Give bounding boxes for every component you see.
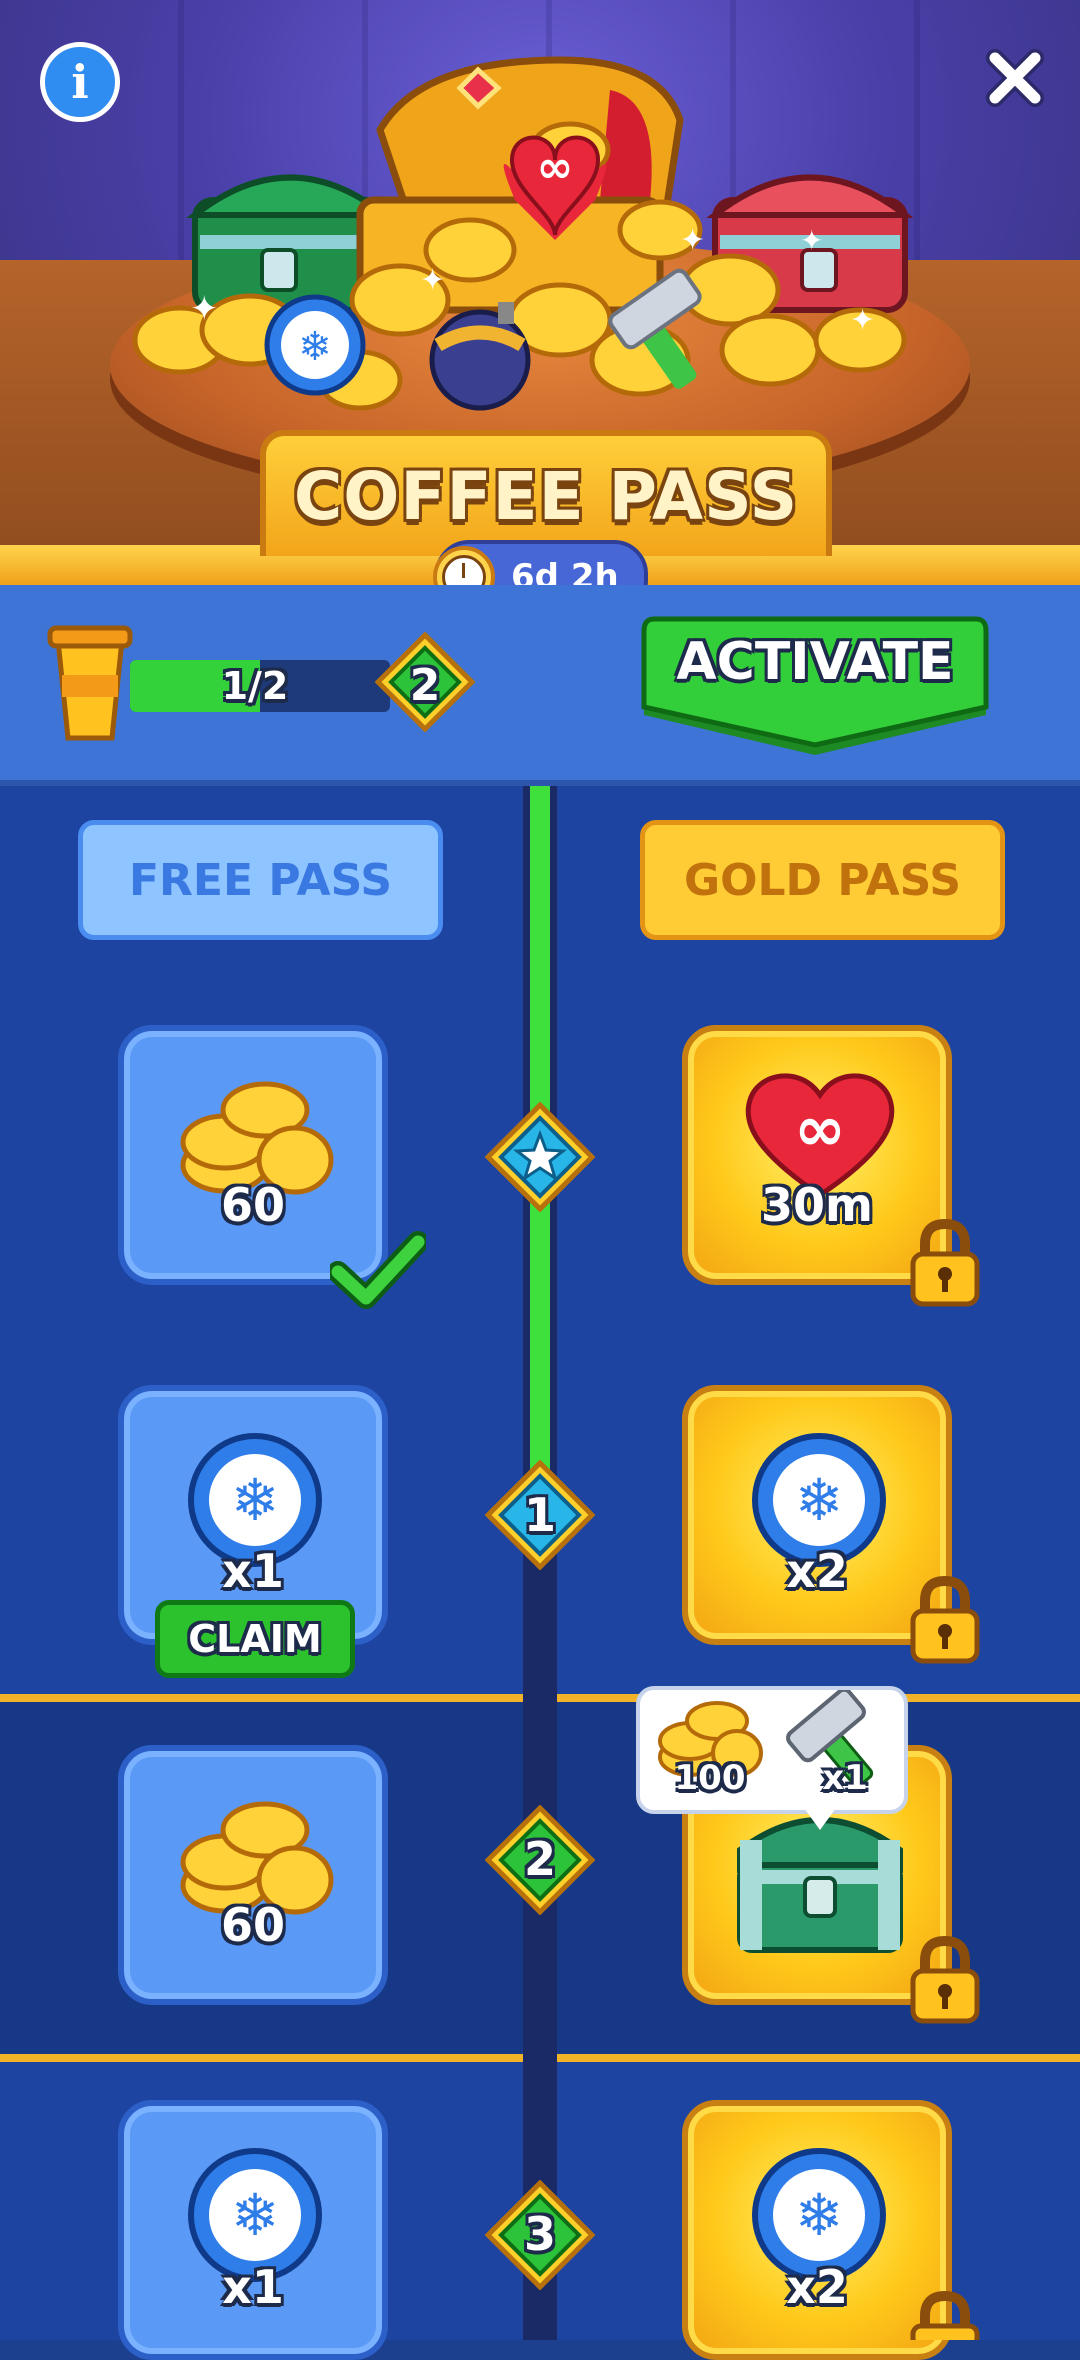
tooltip-tail — [804, 1808, 836, 1830]
svg-text:✦: ✦ — [850, 303, 875, 338]
svg-text:✦: ✦ — [800, 224, 823, 257]
bomb-icon — [429, 302, 531, 411]
lock-icon — [910, 1935, 980, 2024]
title-banner: COFFEE PASS — [260, 430, 832, 556]
activate-label: ACTIVATE — [676, 632, 954, 692]
tooltip-hammer-amount: x1 — [822, 1758, 868, 1798]
coffee-cup-icon — [47, 625, 133, 741]
reward-amount: 60 — [220, 1898, 285, 1952]
svg-text:✦: ✦ — [680, 223, 705, 258]
claim-button[interactable]: CLAIM — [155, 1600, 355, 1678]
gold-pass-tab: GOLD PASS — [640, 820, 1005, 940]
snowflake-booster-icon: ❄ — [264, 294, 366, 396]
lock-icon — [910, 1218, 980, 1307]
svg-text:∞: ∞ — [794, 1092, 846, 1165]
page-title: COFFEE PASS — [293, 457, 799, 535]
level-number: 2 — [409, 660, 441, 711]
svg-text:∞: ∞ — [537, 142, 574, 193]
lock-icon — [910, 1575, 980, 1664]
close-icon[interactable] — [975, 38, 1055, 118]
progress-label: 1/2 — [221, 664, 289, 708]
svg-text:✦: ✦ — [420, 263, 445, 298]
reward-amount: x1 — [222, 2260, 284, 2314]
svg-text:❄: ❄ — [231, 2181, 280, 2249]
treasure-illustration: ∞ ❄ ✦ ✦ ✦ ✦ ✦ — [132, 56, 914, 411]
check-icon — [330, 1231, 426, 1309]
svg-text:❄: ❄ — [795, 1466, 844, 1534]
milestone-number: 1 — [523, 1488, 556, 1542]
milestone-star-node — [485, 1102, 595, 1212]
milestone-number: 3 — [523, 2207, 556, 2261]
svg-text:❄: ❄ — [298, 324, 332, 370]
milestone-number: 2 — [523, 1832, 556, 1886]
svg-text:✦: ✦ — [190, 289, 219, 329]
reward-amount: x1 — [222, 1544, 284, 1598]
svg-text:❄: ❄ — [795, 2181, 844, 2249]
reward-amount: 60 — [220, 1178, 285, 1232]
lock-icon — [910, 2290, 980, 2340]
free-pass-tab: FREE PASS — [78, 820, 443, 940]
svg-text:❄: ❄ — [231, 1466, 280, 1534]
info-icon[interactable]: i — [40, 42, 120, 122]
tooltip-coins-amount: 100 — [674, 1758, 746, 1798]
